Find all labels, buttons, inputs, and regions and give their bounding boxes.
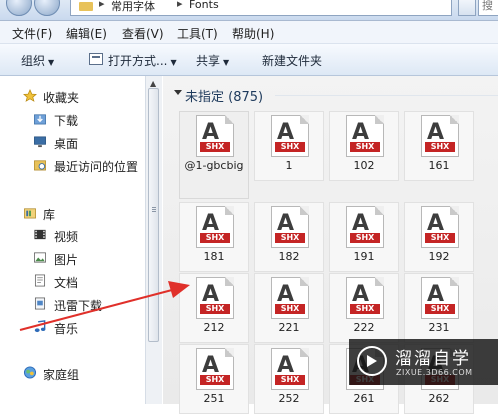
shx-file-icon: ASHX (196, 206, 234, 248)
search-input[interactable]: 搜 (478, 0, 498, 16)
video-icon (34, 229, 46, 240)
scrollbar-thumb[interactable] (148, 88, 159, 342)
file-name: 161 (428, 159, 450, 172)
shx-file-icon: ASHX (271, 348, 309, 390)
watermark: 溜溜自学 ZIXUE.3D66.COM (349, 339, 498, 385)
file-item[interactable]: A SHX 222 (329, 273, 399, 343)
breadcrumb-separator: ▸ (177, 0, 183, 10)
file-item[interactable]: A SHX 192 (404, 202, 474, 272)
watermark-url: ZIXUE.3D66.COM (396, 368, 473, 377)
recent-places-icon (34, 160, 46, 171)
grip-icon (152, 207, 156, 208)
breadcrumb-item[interactable]: 常用字体 (111, 0, 155, 14)
shx-file-icon: ASHX (346, 277, 384, 319)
library-icon (24, 208, 36, 219)
nav-downloads[interactable]: 下载 (54, 112, 78, 129)
address-field[interactable]: ▸ 常用字体 ▸ Fonts (70, 0, 452, 16)
refresh-button[interactable] (458, 0, 476, 16)
documents-icon (34, 274, 46, 287)
nav-homegroup[interactable]: 家庭组 (43, 366, 79, 383)
open-with-button[interactable]: 打开方式... ▼ (108, 52, 177, 69)
group-divider (275, 95, 498, 96)
menu-edit[interactable]: 编辑(E) (66, 25, 107, 42)
menu-tools[interactable]: 工具(T) (177, 25, 218, 42)
file-name: 192 (428, 250, 450, 263)
watermark-title: 溜溜自学 (395, 349, 471, 369)
music-icon (34, 320, 46, 333)
chevron-down-icon: ▼ (170, 58, 177, 67)
shx-file-icon: ASHX (196, 348, 234, 390)
downloads-icon (34, 114, 46, 125)
homegroup-icon (23, 366, 37, 379)
scroll-up-icon[interactable]: ▲ (150, 79, 156, 88)
breadcrumb-item[interactable]: Fonts (189, 0, 219, 11)
nav-recent-places[interactable]: 最近访问的位置 (54, 158, 138, 175)
thunder-download-icon (34, 297, 46, 310)
nav-pictures[interactable]: 图片 (54, 251, 78, 268)
nav-scrollbar[interactable]: ▲ (145, 76, 162, 404)
menu-view[interactable]: 查看(V) (122, 25, 164, 42)
file-item[interactable]: A SHX 212 (179, 273, 249, 343)
nav-desktop[interactable]: 桌面 (54, 135, 78, 152)
star-icon (23, 89, 37, 102)
file-name: 221 (278, 321, 300, 334)
file-name: 181 (203, 250, 225, 263)
open-with-icon (89, 53, 103, 65)
file-item[interactable]: A SHX 182 (254, 202, 324, 272)
file-item[interactable]: A SHX 221 (254, 273, 324, 343)
pictures-icon (34, 252, 46, 263)
forward-button[interactable] (34, 0, 60, 16)
shx-file-icon: ASHX (196, 277, 234, 319)
play-logo-icon (357, 346, 387, 376)
file-name: 102 (353, 159, 375, 172)
shx-file-icon: ASHX (271, 277, 309, 319)
menu-file[interactable]: 文件(F) (12, 25, 52, 42)
folder-icon (79, 2, 93, 11)
file-item[interactable]: A SHX 181 (179, 202, 249, 272)
file-name: 212 (203, 321, 225, 334)
file-name: @1-gbcbig (184, 159, 244, 172)
address-bar: ▸ 常用字体 ▸ Fonts 搜 (0, 0, 498, 21)
menu-bar: 文件(F) 编辑(E) 查看(V) 工具(T) 帮助(H) (0, 21, 498, 44)
chevron-down-icon: ▼ (223, 58, 230, 67)
nav-videos[interactable]: 视频 (54, 228, 78, 245)
file-item[interactable]: A SHX 191 (329, 202, 399, 272)
shx-file-icon: ASHX (346, 206, 384, 248)
file-name: 231 (428, 321, 450, 334)
file-item[interactable]: A SHX 161 (404, 111, 474, 181)
nav-documents[interactable]: 文档 (54, 274, 78, 291)
menu-help[interactable]: 帮助(H) (232, 25, 274, 42)
file-name: 222 (353, 321, 375, 334)
chevron-down-icon: ▼ (48, 58, 55, 67)
file-item[interactable]: A SHX 1 (254, 111, 324, 181)
organize-button[interactable]: 组织 ▼ (21, 52, 54, 69)
file-item[interactable]: A SHX 102 (329, 111, 399, 181)
file-item[interactable]: A SHX 231 (404, 273, 474, 343)
nav-music[interactable]: 音乐 (54, 320, 78, 337)
breadcrumb-separator: ▸ (99, 0, 105, 10)
nav-thunder-download[interactable]: 迅雷下载 (54, 297, 102, 314)
desktop-icon (34, 136, 46, 148)
group-header[interactable]: 未指定 (875) (185, 86, 263, 105)
share-button[interactable]: 共享 ▼ (196, 52, 229, 69)
back-button[interactable] (6, 0, 32, 16)
file-name: 191 (353, 250, 375, 263)
shx-file-icon: ASHX (421, 206, 459, 248)
shx-file-icon: ASHX (421, 277, 459, 319)
file-name: 1 (285, 159, 293, 172)
navigation-pane: 收藏夹 下载 桌面 最近访问的位置 库 视频 图片 文档 迅雷下载 音乐 家庭组 (0, 76, 145, 404)
file-name: 182 (278, 250, 300, 263)
file-item[interactable]: A SHX @1-gbcbig (179, 111, 249, 199)
shx-file-icon: ASHX (271, 206, 309, 248)
collapse-arrow-icon[interactable] (174, 90, 182, 95)
nav-favorites[interactable]: 收藏夹 (43, 89, 79, 106)
nav-libraries[interactable]: 库 (43, 206, 55, 223)
new-folder-button[interactable]: 新建文件夹 (262, 52, 322, 69)
shx-file-icon: ASHX (196, 115, 234, 157)
shx-file-icon: ASHX (346, 115, 384, 157)
command-bar: 组织 ▼ 打开方式... ▼ 共享 ▼ 新建文件夹 (0, 44, 498, 76)
shx-file-icon: ASHX (421, 115, 459, 157)
shx-file-icon: ASHX (271, 115, 309, 157)
